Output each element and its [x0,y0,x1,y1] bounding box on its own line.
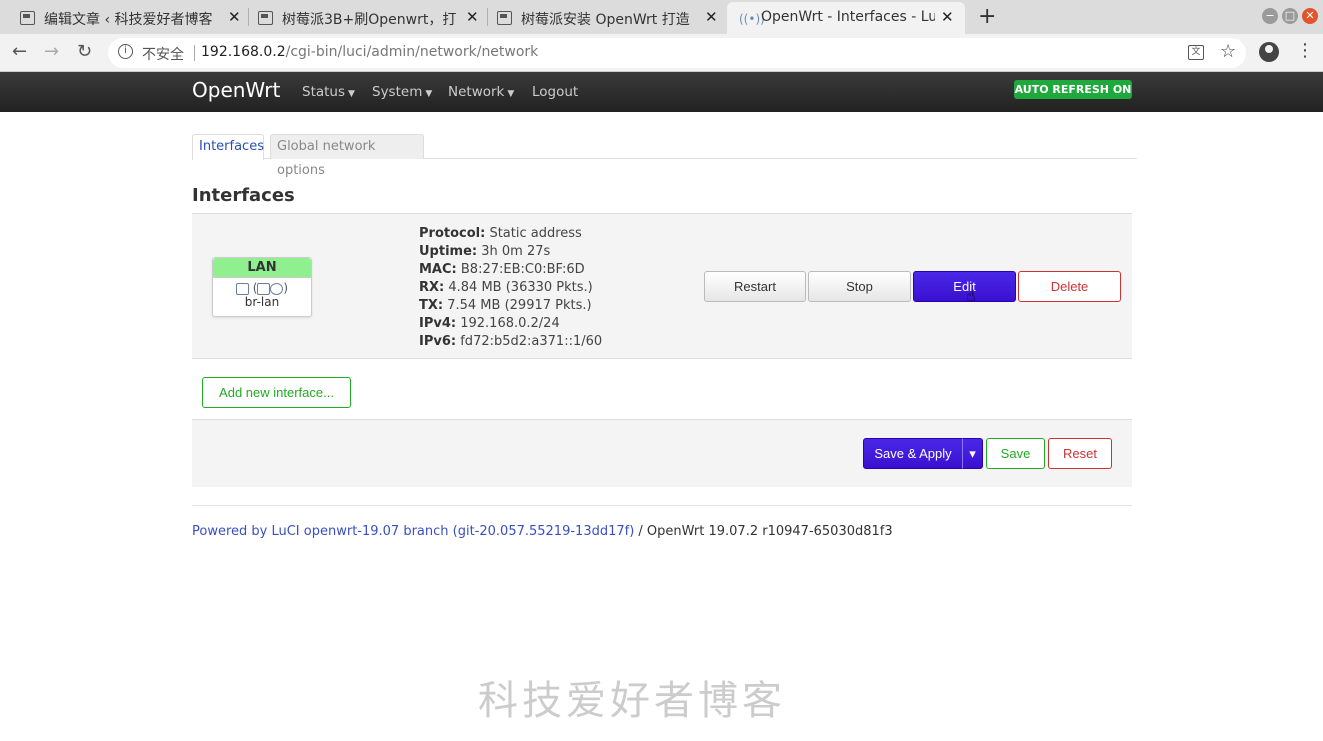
status-line: MAC: B8:27:EB:C0:BF:6D [419,262,585,277]
interface-icons: () [213,281,311,295]
ethernet-icon [257,282,271,295]
menu-label: System [372,84,423,100]
caret-down-icon: ▼ [348,89,355,99]
luci-header: OpenWrt Status ▼ System ▼ Network ▼ Logout … [0,72,1323,112]
url-bar[interactable]: i 不安全 192.168.0.2/cgi-bin/luci/admin/net… [108,38,1246,68]
browser-tab-2[interactable]: 树莓派3B+刷Openwrt，打 ✕ [238,2,487,34]
footer-divider [192,505,1132,506]
info-icon[interactable]: i [118,44,133,59]
close-icon[interactable]: ✕ [705,8,718,26]
menu-kebab-icon[interactable]: ⋮ [1296,40,1314,61]
interface-name: LAN [213,258,311,278]
page-icon [258,11,273,25]
menu-logout[interactable]: Logout [532,84,578,100]
browser-tab-title: 树莓派3B+刷Openwrt，打 [282,12,457,28]
minimize-icon[interactable]: − [1262,8,1278,24]
tab-global-network-options[interactable]: Global network options [270,134,424,178]
translate-icon[interactable]: 文 [1188,45,1204,60]
url-host: 192.168.0.2 [201,44,286,60]
status-line: IPv6: fd72:b5d2:a371::1/60 [419,334,603,349]
save-button[interactable]: Save [986,438,1045,469]
caret-down-icon: ▼ [425,89,433,99]
browser-tab-1[interactable]: 编辑文章 ‹ 科技爱好者博客 ✕ [0,2,248,34]
browser-tab-strip: 编辑文章 ‹ 科技爱好者博客 ✕ 树莓派3B+刷Openwrt，打 ✕ 树莓派安… [0,0,1323,34]
tab-interfaces[interactable]: Interfaces [192,134,264,160]
brand-logo[interactable]: OpenWrt [192,78,280,102]
reset-button[interactable]: Reset [1048,438,1112,469]
bookmark-star-icon[interactable]: ☆ [1220,41,1236,62]
menu-status[interactable]: Status ▼ [302,84,355,100]
page-icon [20,11,35,25]
browser-tab-title: 树莓派安装 OpenWrt 打造 [521,12,690,28]
divider [194,45,195,61]
stop-button[interactable]: Stop [808,271,911,302]
save-apply-dropdown[interactable]: ▾ [962,438,983,469]
address-toolbar: ← → ↻ i 不安全 192.168.0.2/cgi-bin/luci/adm… [0,34,1323,72]
subtab-bar: Interfaces Global network options [192,134,1137,178]
menu-label: Network [448,84,505,100]
section-title: Interfaces [192,185,295,206]
edit-button[interactable]: Edit [913,271,1016,302]
add-interface-button[interactable]: Add new interface... [202,377,351,408]
caret-down-icon: ▼ [507,89,515,99]
status-line: Protocol: Static address [419,226,582,241]
browser-tab-title: 编辑文章 ‹ 科技爱好者博客 [44,12,213,28]
watermark-text: 科技爱好者博客 [478,678,786,724]
restart-button[interactable]: Restart [704,271,806,302]
back-arrow-icon[interactable]: ← [12,41,27,62]
maximize-icon[interactable]: □ [1282,8,1298,24]
browser-tab-title: OpenWrt - Interfaces - LuCI [761,9,935,25]
account-icon[interactable] [1259,42,1279,62]
close-window-icon[interactable]: ✕ [1302,8,1318,24]
status-line: RX: 4.84 MB (36330 Pkts.) [419,280,593,295]
footer-version: / OpenWrt 19.07.2 r10947-65030d81f3 [634,524,893,539]
luci-link[interactable]: Powered by LuCI openwrt-19.07 branch (gi… [192,524,634,539]
menu-label: Status [302,84,346,100]
status-line: TX: 7.54 MB (29917 Pkts.) [419,298,592,313]
insecure-label[interactable]: 不安全 [142,44,184,64]
forward-arrow-icon[interactable]: → [44,41,59,62]
url-text[interactable]: 192.168.0.2/cgi-bin/luci/admin/network/n… [201,44,538,60]
footer: Powered by LuCI openwrt-19.07 branch (gi… [192,524,893,539]
new-tab-icon[interactable]: + [978,4,996,29]
auto-refresh-badge[interactable]: AUTO REFRESH ON [1014,80,1132,99]
page-icon [497,11,512,25]
browser-tab-active[interactable]: ((•)) OpenWrt - Interfaces - LuCI ✕ [727,2,965,34]
caret-down-icon: ▾ [969,446,976,461]
save-apply-button[interactable]: Save & Apply [863,438,963,469]
interface-device: br-lan [244,295,280,309]
status-line: Uptime: 3h 0m 27s [419,244,551,259]
interface-status: Protocol: Static address Uptime: 3h 0m 2… [419,225,602,351]
delete-button[interactable]: Delete [1018,271,1121,302]
bridge-icon [235,282,249,295]
menu-system[interactable]: System ▼ [372,84,432,100]
menu-network[interactable]: Network ▼ [448,84,514,100]
status-line: IPv4: 192.168.0.2/24 [419,316,560,331]
interface-badge: LAN () br-lan [212,257,312,317]
wifi-icon [270,282,284,295]
hand-cursor-icon: ☝ [966,286,976,305]
close-icon[interactable]: ✕ [941,8,954,26]
reload-icon[interactable]: ↻ [77,41,92,62]
url-path: /cgi-bin/luci/admin/network/network [285,44,539,60]
browser-tab-3[interactable]: 树莓派安装 OpenWrt 打造 ✕ [477,2,726,34]
